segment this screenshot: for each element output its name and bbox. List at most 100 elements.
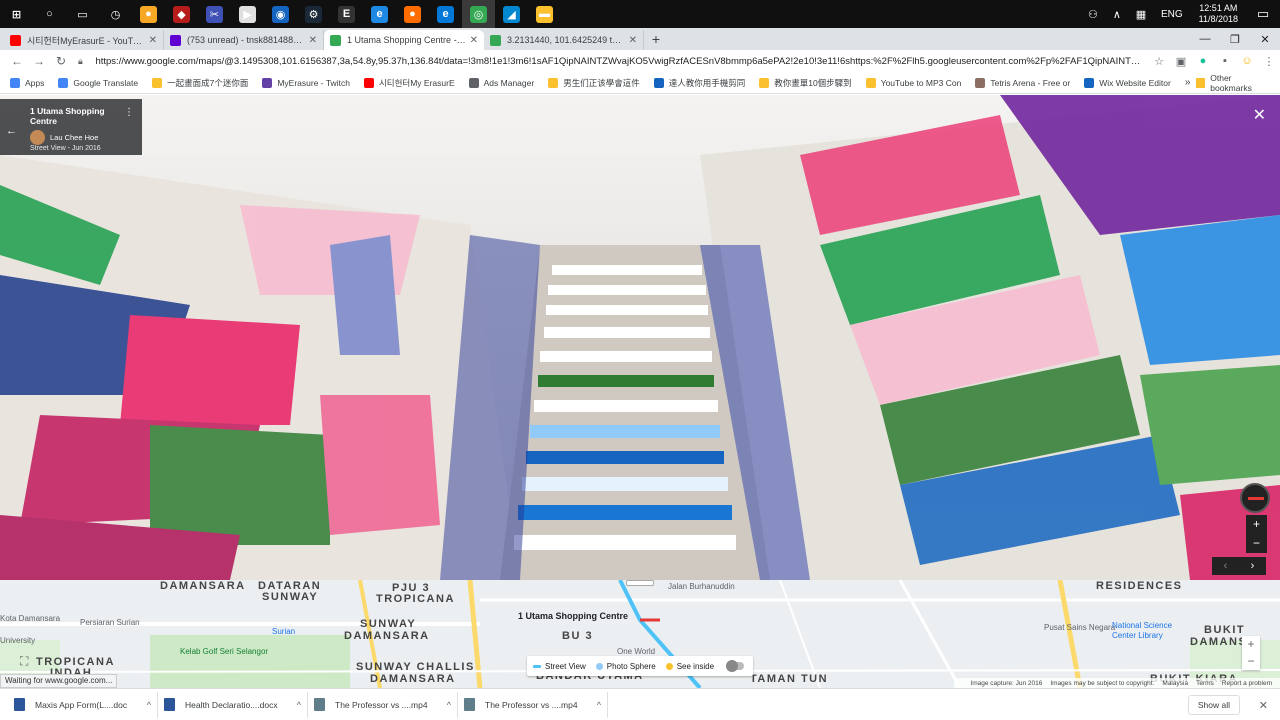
- chrome-menu-icon[interactable]: ⋮: [1258, 55, 1280, 68]
- panorama-image[interactable]: [0, 95, 1280, 580]
- game-app-icon[interactable]: ◆: [165, 0, 198, 28]
- file-explorer-icon[interactable]: ▬: [528, 0, 561, 28]
- bookmark-item[interactable]: Apps: [10, 77, 44, 89]
- cortana-search-icon[interactable]: ○: [33, 0, 66, 28]
- close-icon[interactable]: ✕: [1253, 105, 1266, 125]
- grammarly-icon[interactable]: ●: [1192, 55, 1214, 67]
- map-label[interactable]: Kelab Golf Seri Selangor: [180, 647, 268, 656]
- action-center-icon[interactable]: ▭: [1246, 6, 1280, 22]
- zoom-out-button[interactable]: −: [1246, 534, 1267, 553]
- bookmark-item[interactable]: YouTube to MP3 Con: [865, 77, 961, 89]
- browser-tab[interactable]: 1 Utama Shopping Centre - Google ✕: [324, 30, 484, 50]
- snipping-tool-icon[interactable]: ✂: [198, 0, 231, 28]
- map-footer-item[interactable]: Terms: [1196, 680, 1214, 687]
- map-label[interactable]: Persiaran Surian: [80, 618, 140, 627]
- map-label[interactable]: One World: [617, 647, 655, 656]
- map-label[interactable]: BUKIT: [1204, 624, 1245, 636]
- firefox-icon[interactable]: ●: [396, 0, 429, 28]
- task-view-icon[interactable]: ▭: [66, 0, 99, 28]
- chevron-up-icon[interactable]: ^: [297, 700, 301, 710]
- tab-close-icon[interactable]: ✕: [309, 35, 317, 46]
- map-label[interactable]: TAMAN TUN: [750, 673, 828, 685]
- street-view-layer[interactable]: Street View: [533, 662, 586, 671]
- reload-button[interactable]: ↻: [50, 54, 72, 68]
- map-label[interactable]: TROPICANA: [376, 593, 455, 605]
- extension-icon[interactable]: ▣: [1170, 55, 1192, 68]
- see-inside-layer[interactable]: See inside: [665, 662, 714, 671]
- clock-app-icon[interactable]: ◷: [99, 0, 132, 28]
- bookmark-item[interactable]: Wix Website Editor: [1084, 77, 1171, 89]
- bookmark-item[interactable]: 시티헌터My ErasurE: [363, 77, 455, 89]
- people-icon[interactable]: ⚇: [1081, 8, 1105, 21]
- keyboard-icon[interactable]: ▦: [1129, 8, 1153, 21]
- system-clock[interactable]: 12:51 AM 11/8/2018: [1191, 3, 1246, 25]
- map-label[interactable]: Center Library: [1112, 631, 1163, 640]
- previous-photo-button[interactable]: ‹: [1224, 557, 1228, 575]
- bookmark-item[interactable]: MyErasure - Twitch: [262, 77, 350, 89]
- chrome-icon[interactable]: ◎: [462, 0, 495, 28]
- map-label[interactable]: RESIDENCES: [1096, 580, 1183, 592]
- download-item[interactable]: Maxis App Form(L....doc ^: [8, 691, 158, 718]
- new-tab-button[interactable]: +: [644, 31, 668, 47]
- other-bookmarks[interactable]: Other bookmarks: [1196, 73, 1268, 93]
- map-label[interactable]: BU 3: [562, 630, 593, 642]
- map-label[interactable]: SUNWAY CHALLIS: [356, 661, 475, 673]
- lock-icon[interactable]: 🔒︎: [78, 56, 87, 67]
- tray-chevron-icon[interactable]: ∧: [1105, 8, 1129, 21]
- media-player-icon[interactable]: ▶: [231, 0, 264, 28]
- layer-toggle[interactable]: [726, 660, 745, 672]
- download-item[interactable]: Health Declaratio....docx ^: [158, 691, 308, 718]
- internet-explorer-icon[interactable]: e: [363, 0, 396, 28]
- bookmark-item[interactable]: 達人教你用手機剪同: [653, 77, 745, 89]
- back-button[interactable]: ←: [6, 54, 28, 68]
- map-label[interactable]: University: [0, 636, 35, 645]
- address-bar[interactable]: 🔒︎ https://www.google.com/maps/@3.149530…: [78, 52, 1142, 70]
- minimize-button[interactable]: —: [1190, 33, 1220, 46]
- next-photo-button[interactable]: ›: [1251, 557, 1255, 575]
- bookmarks-overflow-icon[interactable]: »: [1185, 77, 1191, 88]
- show-all-downloads-button[interactable]: Show all: [1187, 694, 1240, 715]
- chevron-up-icon[interactable]: ^: [447, 700, 451, 710]
- map-label[interactable]: Kota Damansara: [0, 614, 60, 623]
- map-label[interactable]: DAMANSARA: [160, 580, 246, 592]
- download-item[interactable]: The Professor vs ....mp4 ^: [458, 691, 608, 718]
- mini-map[interactable]: DAMANSARA DATARAN SUNWAY PJU 3 TROPICANA SUNW…: [0, 580, 1280, 688]
- profile-avatar-icon[interactable]: ☺: [1236, 55, 1258, 67]
- map-label[interactable]: DAMANSARA: [370, 673, 456, 685]
- chevron-up-icon[interactable]: ^: [147, 700, 151, 710]
- map-footer-item[interactable]: Malaysia: [1162, 680, 1188, 687]
- steam-icon[interactable]: ⚙: [297, 0, 330, 28]
- close-download-shelf-icon[interactable]: ✕: [1259, 699, 1268, 712]
- chevron-up-icon[interactable]: ^: [597, 700, 601, 710]
- map-label[interactable]: SUNWAY: [262, 591, 318, 603]
- map-drag-handle[interactable]: [626, 580, 654, 586]
- map-zoom-in-button[interactable]: +: [1242, 636, 1260, 653]
- map-zoom-out-button[interactable]: −: [1242, 653, 1260, 670]
- browser-tab[interactable]: (753 unread) - tnsk881488@yahoo ✕: [164, 30, 324, 50]
- more-options-icon[interactable]: ⋮: [124, 107, 134, 118]
- place-title[interactable]: 1 Utama Shopping Centre: [30, 106, 132, 126]
- bookmark-item[interactable]: Tetris Arena - Free or: [975, 77, 1070, 89]
- bookmark-item[interactable]: Ads Manager: [468, 77, 534, 89]
- windows-start-icon[interactable]: ⊞: [0, 0, 33, 28]
- network-app-icon[interactable]: ◢: [495, 0, 528, 28]
- bookmark-star-icon[interactable]: ☆: [1148, 55, 1170, 68]
- map-label[interactable]: SUNWAY: [360, 618, 416, 630]
- chrome-canary-icon[interactable]: ●: [132, 0, 165, 28]
- expand-map-icon[interactable]: ⛶: [20, 654, 28, 669]
- street-view-panorama[interactable]: ← ⋮ 1 Utama Shopping Centre Lau Chee Hoe…: [0, 95, 1280, 580]
- language-indicator[interactable]: ENG: [1153, 9, 1191, 20]
- tab-close-icon[interactable]: ✕: [629, 35, 637, 46]
- compass-icon[interactable]: [1240, 483, 1270, 513]
- map-label[interactable]: 1 Utama Shopping Centre: [518, 611, 628, 621]
- zoom-in-button[interactable]: +: [1246, 515, 1267, 534]
- map-label[interactable]: National Science: [1112, 621, 1172, 630]
- epic-games-icon[interactable]: E: [330, 0, 363, 28]
- map-label[interactable]: Surian: [272, 627, 295, 636]
- bookmark-item[interactable]: 教你畫單10個步驟到: [759, 77, 852, 89]
- forward-button[interactable]: →: [28, 54, 50, 68]
- bookmark-item[interactable]: 男生们正该學會這件: [548, 77, 640, 89]
- restore-button[interactable]: ❐: [1220, 33, 1250, 46]
- map-label[interactable]: Pusat Sains Negara: [1044, 623, 1115, 632]
- extension-dark-icon[interactable]: ▪: [1214, 55, 1236, 67]
